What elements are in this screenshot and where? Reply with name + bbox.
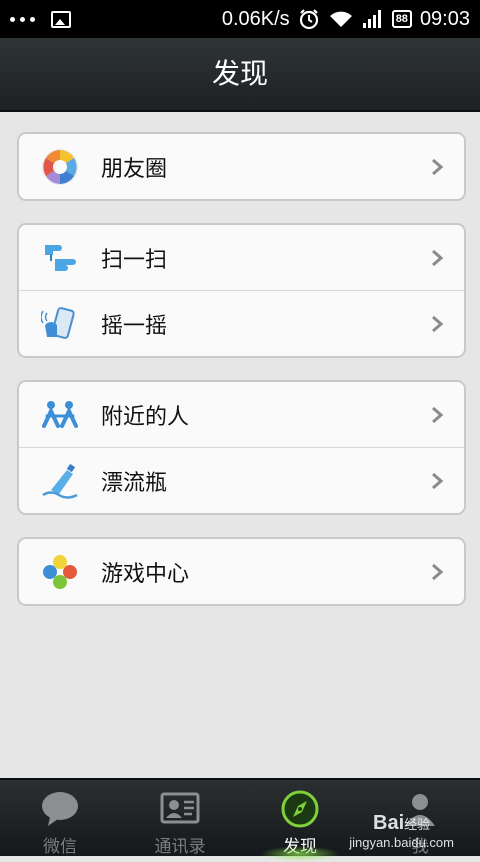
tab-contacts[interactable]: 通讯录	[120, 780, 240, 857]
page-title: 发现	[211, 57, 268, 90]
clock-time: 09:03	[419, 7, 470, 30]
menu-item-label: 摇一摇	[101, 313, 168, 339]
chat-bubble-icon	[42, 792, 78, 826]
nearby-people-icon	[42, 401, 78, 428]
menu-group-games: 游戏中心	[17, 537, 466, 606]
menu-group-nearby-bottle: 附近的人 漂流瓶	[17, 380, 466, 515]
menu-item-game-center[interactable]: 游戏中心	[19, 539, 464, 604]
more-notifications-icon	[10, 16, 35, 22]
menu-item-nearby-people[interactable]: 附近的人	[19, 382, 464, 447]
menu-item-shake[interactable]: 摇一摇	[19, 290, 464, 356]
title-bar: 发现	[0, 38, 480, 112]
menu-group-scan-shake: 扫一扫 摇一摇	[17, 223, 466, 358]
menu-item-label: 朋友圈	[101, 156, 168, 182]
chevron-right-icon	[432, 563, 444, 581]
wifi-icon	[329, 11, 352, 27]
shake-phone-icon	[41, 307, 75, 339]
network-speed: 0.06K/s	[221, 7, 290, 30]
menu-item-label: 漂流瓶	[101, 470, 168, 496]
tab-label: 微信	[43, 837, 77, 857]
contacts-card-icon	[160, 792, 200, 824]
menu-group-moments: 朋友圈	[17, 132, 466, 201]
chevron-right-icon	[432, 249, 444, 267]
menu-item-label: 附近的人	[101, 404, 190, 430]
image-notification-icon	[51, 10, 71, 28]
tab-label: 通讯录	[154, 837, 206, 857]
chevron-right-icon	[432, 406, 444, 424]
game-center-icon	[43, 555, 77, 589]
chevron-right-icon	[432, 472, 444, 490]
alarm-clock-icon	[299, 9, 318, 30]
scan-hand-icon	[45, 245, 76, 271]
status-bar: 0.06K/s 88 09:03	[0, 0, 480, 38]
menu-item-label: 游戏中心	[101, 561, 190, 587]
menu-item-scan[interactable]: 扫一扫	[19, 225, 464, 290]
tab-label: 发现	[283, 837, 317, 857]
baidu-watermark: Bai经验 jingyan.baidu.com	[349, 812, 454, 850]
drift-bottle-icon	[42, 463, 78, 499]
signal-strength-icon	[362, 10, 381, 28]
compass-icon	[281, 790, 319, 828]
moments-aperture-icon	[42, 149, 78, 185]
chevron-right-icon	[432, 315, 444, 333]
chevron-right-icon	[432, 158, 444, 176]
menu-item-moments[interactable]: 朋友圈	[19, 134, 464, 199]
menu-item-label: 扫一扫	[101, 247, 168, 273]
tab-chats[interactable]: 微信	[0, 780, 120, 857]
tab-discover[interactable]: 发现	[240, 780, 360, 862]
menu-item-drift-bottle[interactable]: 漂流瓶	[19, 447, 464, 513]
battery-level: 88	[391, 10, 412, 28]
